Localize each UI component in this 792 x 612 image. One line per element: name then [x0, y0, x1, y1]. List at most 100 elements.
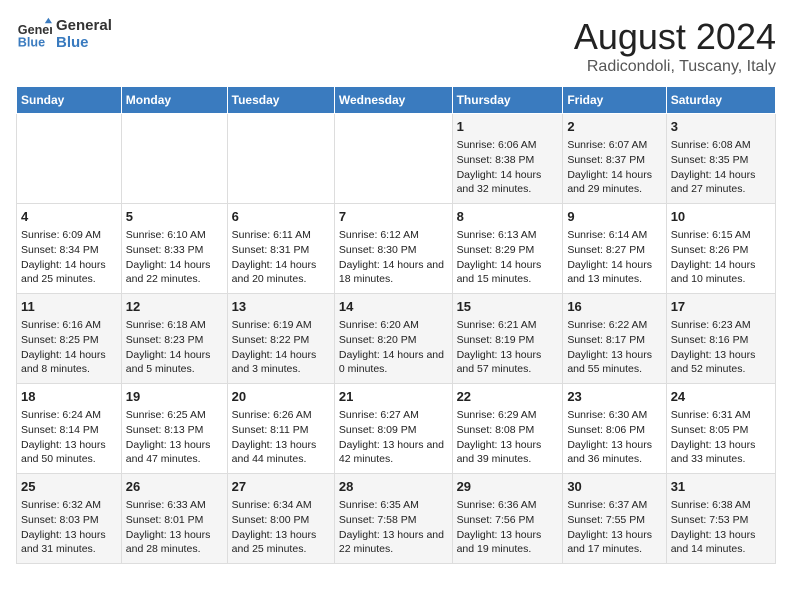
cell-info: Sunset: 8:30 PM [339, 243, 448, 258]
cell-info: Sunset: 7:56 PM [457, 513, 559, 528]
cell-info: Sunrise: 6:09 AM [21, 228, 117, 243]
header-tuesday: Tuesday [227, 87, 334, 114]
cell-info: Sunset: 8:08 PM [457, 423, 559, 438]
cell-info: Daylight: 13 hours and 39 minutes. [457, 438, 559, 467]
cell-info: Sunrise: 6:06 AM [457, 138, 559, 153]
calendar-week-row: 1Sunrise: 6:06 AMSunset: 8:38 PMDaylight… [17, 114, 776, 204]
calendar-header-row: SundayMondayTuesdayWednesdayThursdayFrid… [17, 87, 776, 114]
calendar-cell: 18Sunrise: 6:24 AMSunset: 8:14 PMDayligh… [17, 384, 122, 474]
cell-info: Sunset: 8:25 PM [21, 333, 117, 348]
cell-info: Sunrise: 6:08 AM [671, 138, 771, 153]
cell-info: Daylight: 14 hours and 18 minutes. [339, 258, 448, 287]
cell-info: Daylight: 14 hours and 20 minutes. [232, 258, 330, 287]
cell-info: Sunset: 8:26 PM [671, 243, 771, 258]
cell-info: Sunset: 8:03 PM [21, 513, 117, 528]
calendar-cell: 3Sunrise: 6:08 AMSunset: 8:35 PMDaylight… [666, 114, 775, 204]
cell-info: Daylight: 13 hours and 50 minutes. [21, 438, 117, 467]
cell-info: Sunset: 8:16 PM [671, 333, 771, 348]
calendar-cell: 31Sunrise: 6:38 AMSunset: 7:53 PMDayligh… [666, 474, 775, 564]
calendar-cell [227, 114, 334, 204]
cell-info: Daylight: 13 hours and 47 minutes. [126, 438, 223, 467]
header-friday: Friday [563, 87, 666, 114]
calendar-week-row: 4Sunrise: 6:09 AMSunset: 8:34 PMDaylight… [17, 204, 776, 294]
calendar-cell: 26Sunrise: 6:33 AMSunset: 8:01 PMDayligh… [121, 474, 227, 564]
cell-info: Sunrise: 6:37 AM [567, 498, 661, 513]
day-number: 22 [457, 388, 559, 406]
header-thursday: Thursday [452, 87, 563, 114]
cell-info: Daylight: 14 hours and 0 minutes. [339, 348, 448, 377]
cell-info: Daylight: 13 hours and 52 minutes. [671, 348, 771, 377]
cell-info: Sunrise: 6:32 AM [21, 498, 117, 513]
logo: General Blue General Blue [16, 16, 112, 52]
day-number: 7 [339, 208, 448, 226]
logo-icon: General Blue [16, 16, 52, 52]
cell-info: Sunset: 8:38 PM [457, 153, 559, 168]
cell-info: Sunset: 8:34 PM [21, 243, 117, 258]
cell-info: Sunrise: 6:29 AM [457, 408, 559, 423]
day-number: 6 [232, 208, 330, 226]
cell-info: Sunrise: 6:36 AM [457, 498, 559, 513]
cell-info: Sunrise: 6:15 AM [671, 228, 771, 243]
calendar-cell: 17Sunrise: 6:23 AMSunset: 8:16 PMDayligh… [666, 294, 775, 384]
cell-info: Sunrise: 6:35 AM [339, 498, 448, 513]
cell-info: Daylight: 13 hours and 22 minutes. [339, 528, 448, 557]
calendar-cell: 7Sunrise: 6:12 AMSunset: 8:30 PMDaylight… [334, 204, 452, 294]
cell-info: Daylight: 13 hours and 57 minutes. [457, 348, 559, 377]
calendar-cell: 16Sunrise: 6:22 AMSunset: 8:17 PMDayligh… [563, 294, 666, 384]
day-number: 29 [457, 478, 559, 496]
day-number: 26 [126, 478, 223, 496]
cell-info: Sunrise: 6:20 AM [339, 318, 448, 333]
cell-info: Daylight: 13 hours and 25 minutes. [232, 528, 330, 557]
cell-info: Sunset: 8:35 PM [671, 153, 771, 168]
day-number: 9 [567, 208, 661, 226]
day-number: 11 [21, 298, 117, 316]
day-number: 24 [671, 388, 771, 406]
cell-info: Daylight: 13 hours and 19 minutes. [457, 528, 559, 557]
cell-info: Sunrise: 6:30 AM [567, 408, 661, 423]
calendar-week-row: 18Sunrise: 6:24 AMSunset: 8:14 PMDayligh… [17, 384, 776, 474]
day-number: 21 [339, 388, 448, 406]
cell-info: Sunrise: 6:25 AM [126, 408, 223, 423]
cell-info: Daylight: 14 hours and 3 minutes. [232, 348, 330, 377]
logo-line2: Blue [56, 34, 112, 51]
cell-info: Sunset: 8:13 PM [126, 423, 223, 438]
cell-info: Sunset: 8:17 PM [567, 333, 661, 348]
cell-info: Daylight: 13 hours and 44 minutes. [232, 438, 330, 467]
cell-info: Sunrise: 6:34 AM [232, 498, 330, 513]
calendar-cell: 12Sunrise: 6:18 AMSunset: 8:23 PMDayligh… [121, 294, 227, 384]
calendar-cell: 11Sunrise: 6:16 AMSunset: 8:25 PMDayligh… [17, 294, 122, 384]
cell-info: Daylight: 14 hours and 22 minutes. [126, 258, 223, 287]
calendar-cell: 19Sunrise: 6:25 AMSunset: 8:13 PMDayligh… [121, 384, 227, 474]
day-number: 16 [567, 298, 661, 316]
logo-line1: General [56, 17, 112, 34]
svg-text:Blue: Blue [18, 36, 45, 50]
calendar-cell [334, 114, 452, 204]
cell-info: Sunset: 7:55 PM [567, 513, 661, 528]
day-number: 17 [671, 298, 771, 316]
cell-info: Sunset: 8:33 PM [126, 243, 223, 258]
title-area: August 2024 Radicondoli, Tuscany, Italy [574, 16, 776, 76]
cell-info: Sunset: 8:05 PM [671, 423, 771, 438]
calendar-cell: 30Sunrise: 6:37 AMSunset: 7:55 PMDayligh… [563, 474, 666, 564]
header-saturday: Saturday [666, 87, 775, 114]
cell-info: Sunrise: 6:31 AM [671, 408, 771, 423]
cell-info: Daylight: 13 hours and 36 minutes. [567, 438, 661, 467]
cell-info: Daylight: 13 hours and 55 minutes. [567, 348, 661, 377]
day-number: 2 [567, 118, 661, 136]
day-number: 13 [232, 298, 330, 316]
cell-info: Sunset: 8:06 PM [567, 423, 661, 438]
cell-info: Sunrise: 6:18 AM [126, 318, 223, 333]
day-number: 3 [671, 118, 771, 136]
header-wednesday: Wednesday [334, 87, 452, 114]
day-number: 10 [671, 208, 771, 226]
cell-info: Sunset: 8:31 PM [232, 243, 330, 258]
header-monday: Monday [121, 87, 227, 114]
day-number: 15 [457, 298, 559, 316]
day-number: 14 [339, 298, 448, 316]
cell-info: Daylight: 14 hours and 5 minutes. [126, 348, 223, 377]
page-title: August 2024 [574, 16, 776, 58]
cell-info: Sunset: 8:09 PM [339, 423, 448, 438]
cell-info: Sunrise: 6:19 AM [232, 318, 330, 333]
cell-info: Sunset: 8:37 PM [567, 153, 661, 168]
cell-info: Sunrise: 6:11 AM [232, 228, 330, 243]
